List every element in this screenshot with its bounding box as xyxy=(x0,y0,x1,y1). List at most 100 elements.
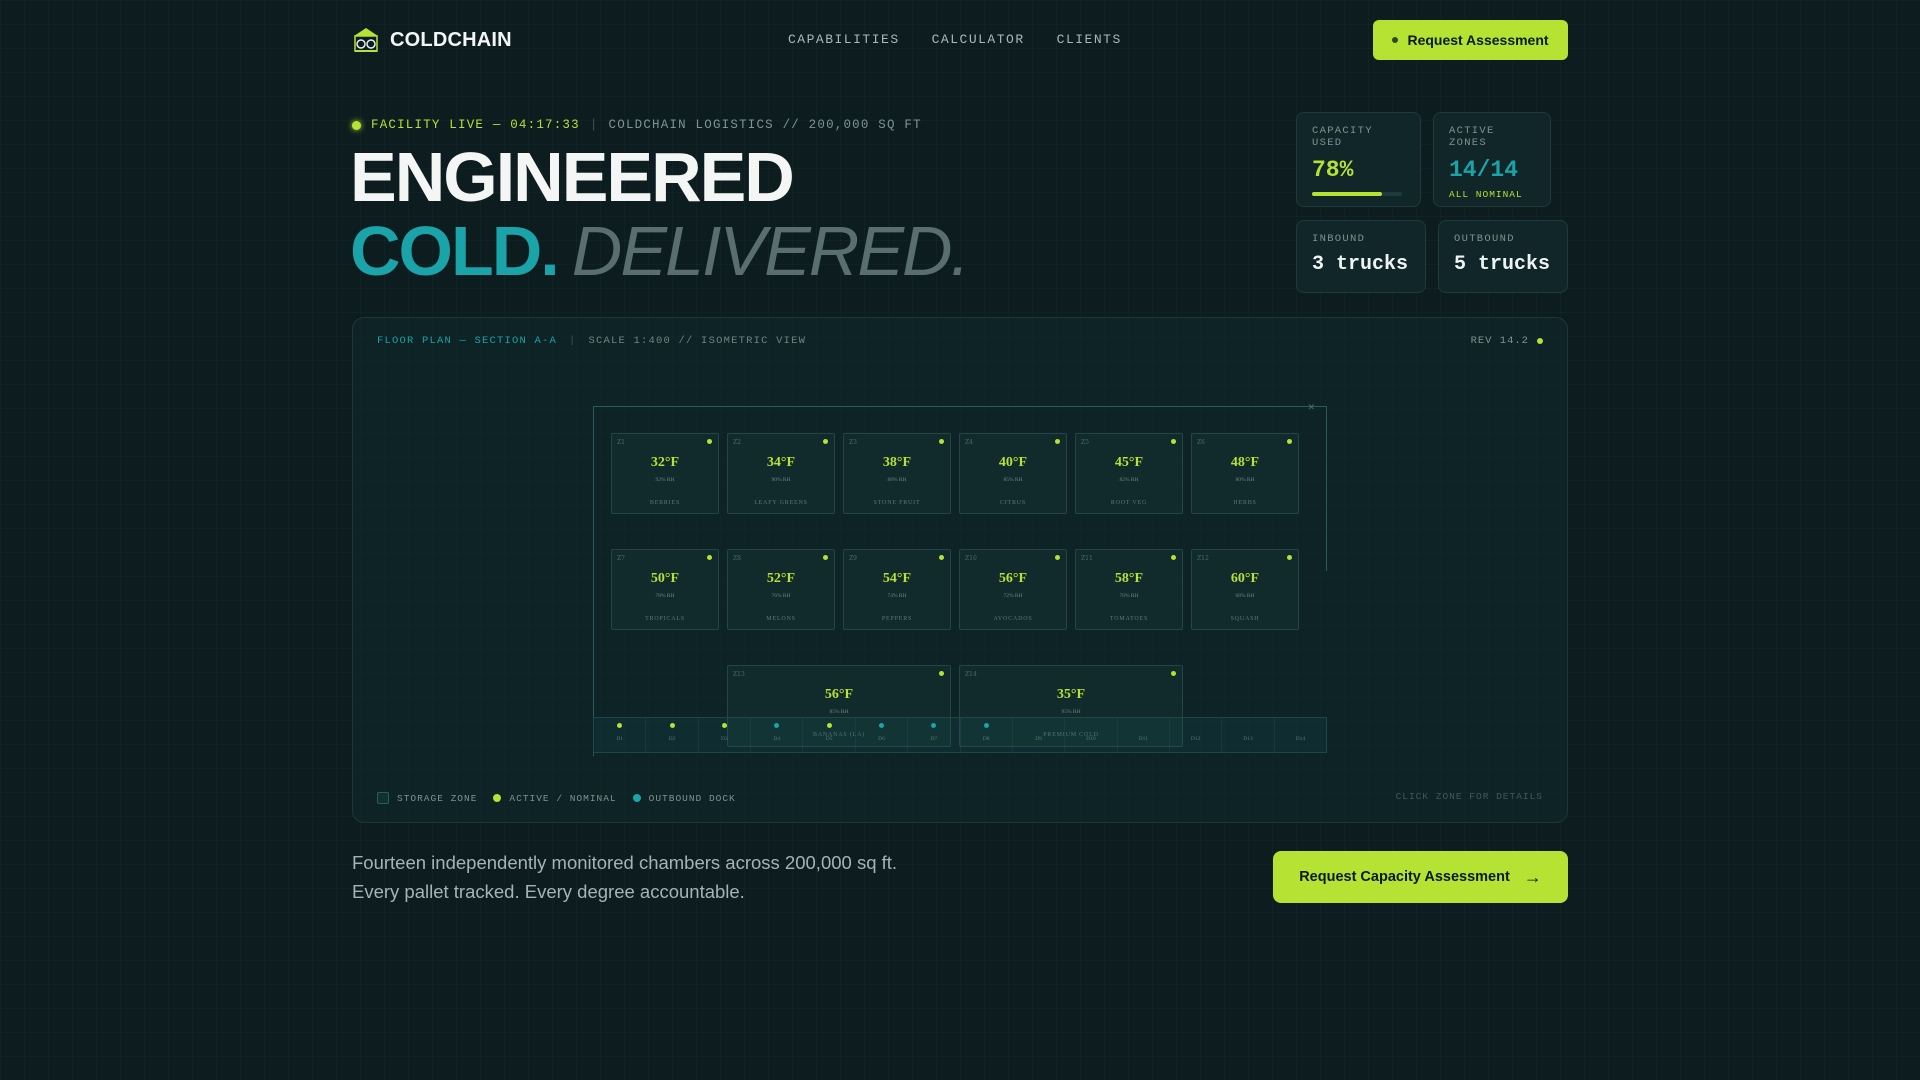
dock-d9[interactable]: D9 xyxy=(1013,718,1066,752)
dock-d5[interactable]: D5 xyxy=(803,718,856,752)
dock-d8[interactable]: D8 xyxy=(961,718,1013,752)
dock-d13[interactable]: D13 xyxy=(1222,718,1275,752)
dock-status-dot-icon xyxy=(878,723,884,728)
zone-id: Z8 xyxy=(733,555,741,562)
zone-name: HERBS xyxy=(1233,500,1257,506)
zone-name: CITRUS xyxy=(999,500,1027,506)
dock-status-dot-icon xyxy=(1298,723,1303,728)
floor-outline xyxy=(1326,406,1327,571)
nav-link-clients[interactable]: CLIENTS xyxy=(1057,32,1122,47)
dock-status-dot-icon xyxy=(1245,723,1250,728)
tagline-line-1: Fourteen independently monitored chamber… xyxy=(352,852,898,873)
dock-d7[interactable]: D7 xyxy=(908,718,961,752)
active-zones-stat-card: ACTIVE ZONES 14/14 ALL NOMINAL xyxy=(1433,112,1551,207)
active-zones-label: ACTIVE ZONES xyxy=(1449,125,1495,149)
zone-id: Z1 xyxy=(617,439,625,446)
zone-id: Z6 xyxy=(1197,439,1205,446)
dock-label: D2 xyxy=(668,736,676,742)
dock-status-dot-icon xyxy=(931,723,937,728)
nav-link-calculator[interactable]: CALCULATOR xyxy=(932,32,1025,47)
dock-status-dot-icon xyxy=(1141,723,1146,728)
zone-temperature: 40°F xyxy=(998,455,1028,470)
zone-z11[interactable]: Z11 58°F 70% RH TOMATOES xyxy=(1075,549,1183,630)
dock-status-dot-icon xyxy=(826,723,832,728)
zone-temperature: 48°F xyxy=(1230,455,1260,470)
dock-d11[interactable]: D11 xyxy=(1118,718,1170,752)
dock-strip: D1 D2 D3 D4 D5 D6 D7 D8 D9 D10 D11 D12 D13 D14 xyxy=(593,717,1327,753)
dock-d12[interactable]: D12 xyxy=(1170,718,1223,752)
dock-d4[interactable]: D4 xyxy=(751,718,804,752)
legend-outbound: OUTBOUND DOCK xyxy=(632,792,736,804)
outbound-value: 5 trucks xyxy=(1454,253,1551,276)
nav-links: CAPABILITIES CALCULATOR CLIENTS xyxy=(788,32,1122,47)
zone-status-dot-icon xyxy=(1171,671,1176,676)
zone-z7[interactable]: Z7 50°F 78% RH TROPICALS xyxy=(611,549,719,630)
request-assessment-button[interactable]: Request Assessment xyxy=(1373,20,1568,60)
dock-status-dot-icon xyxy=(1036,723,1041,728)
dock-label: D9 xyxy=(1035,736,1042,742)
capacity-value: 78% xyxy=(1312,157,1354,183)
zone-temperature: 56°F xyxy=(998,571,1028,586)
zone-humidity: 70% RH xyxy=(1119,593,1139,599)
zone-z4[interactable]: Z4 40°F 85% RH CITRUS xyxy=(959,433,1067,514)
zone-temperature: 50°F xyxy=(650,571,680,586)
dock-d6[interactable]: D6 xyxy=(856,718,909,752)
zone-z2[interactable]: Z2 34°F 90% RH LEAFY GREENS xyxy=(727,433,835,514)
zone-humidity: 74% RH xyxy=(887,593,907,599)
zone-z12[interactable]: Z12 60°F 68% RH SQUASH xyxy=(1191,549,1299,630)
dock-d2[interactable]: D2 xyxy=(646,718,699,752)
legend-outbound-label: OUTBOUND DOCK xyxy=(648,792,736,804)
zone-z10[interactable]: Z10 56°F 72% RH AVOCADOS xyxy=(959,549,1067,630)
status-dot-icon xyxy=(1392,37,1399,43)
request-capacity-assessment-button[interactable]: Request Capacity Assessment → xyxy=(1273,851,1568,903)
dock-label: D6 xyxy=(878,736,885,742)
zone-z9[interactable]: Z9 54°F 74% RH PEPPERS xyxy=(843,549,951,630)
zone-id: Z10 xyxy=(965,555,977,562)
zone-id: Z2 xyxy=(733,439,741,446)
dock-d10[interactable]: D10 xyxy=(1065,718,1118,752)
zone-humidity: 90% RH xyxy=(771,477,791,483)
floor-plan-map: ✕ Z1 32°F 92% RH BERRIES Z2 34°F 90% RH LEAFY G… xyxy=(593,402,1327,756)
dock-label: D1 xyxy=(616,736,624,742)
zone-humidity: 95% RH xyxy=(1061,709,1081,715)
zone-z1[interactable]: Z1 32°F 92% RH BERRIES xyxy=(611,433,719,514)
zone-z5[interactable]: Z5 45°F 82% RH ROOT VEG xyxy=(1075,433,1183,514)
zone-status-dot-icon xyxy=(939,671,944,676)
dock-label: D8 xyxy=(982,736,990,742)
dock-d14[interactable]: D14 xyxy=(1275,718,1326,752)
zone-name: LEAFY GREENS xyxy=(754,500,808,506)
zone-id: Z13 xyxy=(733,671,745,678)
zone-temperature: 45°F xyxy=(1114,455,1144,470)
dock-label: D7 xyxy=(930,736,938,742)
storage-zone-swatch-icon xyxy=(377,792,389,804)
capacity-bar xyxy=(1312,192,1402,196)
headline-line-1: ENGINEERED xyxy=(350,138,795,216)
zone-z3[interactable]: Z3 38°F 88% RH STONE FRUIT xyxy=(843,433,951,514)
zone-temperature: 58°F xyxy=(1114,571,1144,586)
dock-status-dot-icon xyxy=(1193,723,1198,728)
arrow-right-icon: → xyxy=(1523,866,1542,887)
inbound-label: INBOUND xyxy=(1312,233,1366,245)
headline-cold: COLD. xyxy=(350,212,560,290)
zone-status-dot-icon xyxy=(1171,439,1176,444)
zone-status-dot-icon xyxy=(707,555,712,560)
outbound-label: OUTBOUND xyxy=(1454,233,1515,245)
zone-z6[interactable]: Z6 48°F 80% RH HERBS xyxy=(1191,433,1299,514)
dock-label: D10 xyxy=(1086,736,1096,742)
dock-d3[interactable]: D3 xyxy=(699,718,752,752)
zone-name: AVOCADOS xyxy=(993,616,1033,622)
nav-link-capabilities[interactable]: CAPABILITIES xyxy=(788,32,900,47)
zone-status-dot-icon xyxy=(1287,555,1292,560)
crosshair-icon: ✕ xyxy=(1307,402,1315,412)
zone-humidity: 68% RH xyxy=(1235,593,1255,599)
inbound-value: 3 trucks xyxy=(1312,253,1409,276)
dock-d1[interactable]: D1 xyxy=(594,718,647,752)
zone-status-dot-icon xyxy=(1287,439,1292,444)
brand[interactable]: COLDCHAIN xyxy=(352,26,512,54)
capacity-label: CAPACITY USED xyxy=(1312,125,1373,149)
divider: | xyxy=(589,118,599,132)
dock-label: D5 xyxy=(825,736,833,742)
active-dot-icon xyxy=(493,794,502,802)
zone-id: Z12 xyxy=(1197,555,1209,562)
zone-z8[interactable]: Z8 52°F 76% RH MELONS xyxy=(727,549,835,630)
